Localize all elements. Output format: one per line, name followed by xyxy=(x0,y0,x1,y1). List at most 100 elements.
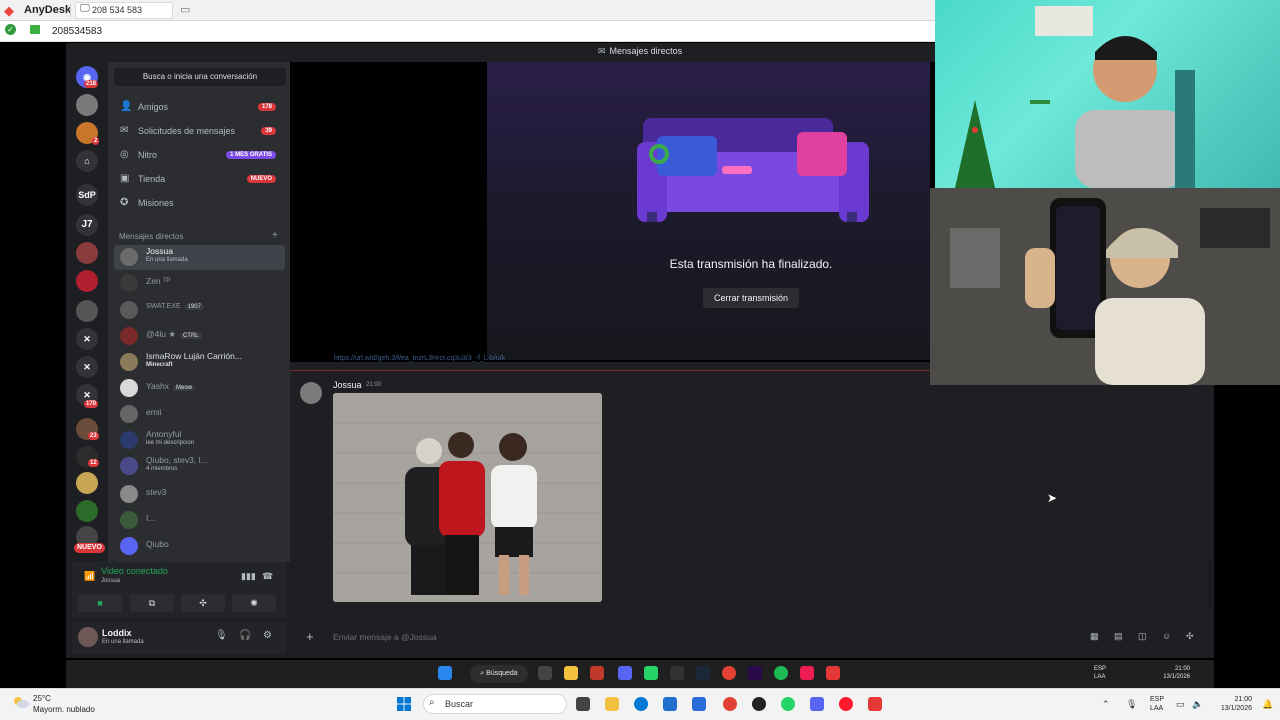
obs-icon[interactable] xyxy=(752,697,766,711)
remote-app-icon[interactable] xyxy=(670,666,684,680)
dm-item[interactable]: @4lu ★ CTRL xyxy=(114,324,285,349)
outlook-icon[interactable] xyxy=(692,697,706,711)
whatsapp-icon[interactable] xyxy=(644,666,658,680)
camera-button[interactable]: ■ xyxy=(78,594,122,612)
language-indicator[interactable]: ESP LAA xyxy=(1150,695,1164,713)
server-icon[interactable] xyxy=(76,242,98,264)
chrome-icon[interactable] xyxy=(723,697,737,711)
username[interactable]: Loddix xyxy=(102,628,132,638)
dm-item[interactable]: Antonyful lee mi descripcion xyxy=(114,428,285,453)
link-preview-text[interactable]: https://url.w/d/geh.3/f/ea_tnzrL3Hrct.cq… xyxy=(334,355,505,362)
group-avatar xyxy=(120,457,138,475)
weather-temperature[interactable]: 25°C xyxy=(33,694,51,703)
windows-start-icon[interactable] xyxy=(397,697,411,711)
dm-item[interactable]: IsmaRow Luján Carrión... Minecraft xyxy=(114,350,285,375)
gif-icon[interactable]: ▤ xyxy=(1114,631,1123,642)
dm-item-group[interactable]: Qiubo, stev3, I... 4 miembros xyxy=(114,454,285,479)
connection-signal-icon[interactable]: 📶 xyxy=(84,571,95,582)
dm-item[interactable]: SWAT.EXE 1907 xyxy=(114,298,285,323)
server-icon[interactable]: ⌂ xyxy=(76,150,98,172)
message-author[interactable]: Jossua xyxy=(333,380,362,390)
weather-description[interactable]: Mayorm. nublado xyxy=(33,705,95,714)
remote-clock[interactable]: 21:00 13/1/2026 xyxy=(1150,665,1190,681)
server-sdp[interactable]: SdP xyxy=(76,184,98,206)
user-avatar[interactable] xyxy=(78,627,98,647)
dm-item[interactable]: stev3 xyxy=(114,482,285,507)
nav-quests[interactable]: ✪ Misiones xyxy=(114,193,286,213)
add-dm-icon[interactable]: + xyxy=(272,230,278,241)
dm-item[interactable]: Zen ᵀᴾ xyxy=(114,271,285,296)
dm-item[interactable]: emii xyxy=(114,402,285,427)
noise-suppression-icon[interactable]: ▮▮▮ xyxy=(241,571,256,582)
network-icon[interactable]: ▭ xyxy=(1176,699,1186,709)
remote-search-button[interactable]: ⌕ Búsqueda xyxy=(470,665,528,683)
server-icon[interactable] xyxy=(76,270,98,292)
headphones-icon[interactable]: 🎧 xyxy=(239,630,251,641)
remote-language-indicator[interactable]: ESP LAA xyxy=(1094,665,1106,681)
steam-icon[interactable] xyxy=(696,666,710,680)
server-icon[interactable] xyxy=(76,500,98,522)
shop-new-pill: NUEVO xyxy=(246,175,276,183)
anydesk-taskbar-icon[interactable] xyxy=(868,697,882,711)
message-image-attachment[interactable] xyxy=(333,393,602,602)
soundboard-button[interactable]: ✺ xyxy=(232,594,276,612)
nav-nitro[interactable]: ◎ Nitro 1 MES GRATIS xyxy=(114,145,286,165)
remote-start-icon[interactable] xyxy=(438,666,452,680)
server-icon[interactable] xyxy=(76,94,98,116)
disconnect-icon[interactable]: ☎ xyxy=(262,571,273,582)
message-avatar[interactable] xyxy=(300,382,322,404)
local-clock[interactable]: 21:00 13/1/2026 xyxy=(1210,695,1252,713)
microphone-icon[interactable]: 🎙 xyxy=(215,630,228,641)
nav-shop[interactable]: ▣ Tienda NUEVO xyxy=(114,169,286,189)
nav-message-requests[interactable]: ✉ Solicitudes de mensajes 39 xyxy=(114,121,286,141)
dm-search-button[interactable]: Busca o inicia una conversación xyxy=(114,68,286,86)
server-icon[interactable] xyxy=(76,472,98,494)
discord-taskbar-icon[interactable] xyxy=(810,697,824,711)
remote-app-icon[interactable] xyxy=(538,666,552,680)
server-j7[interactable]: J7 xyxy=(76,214,98,236)
tiktok-icon[interactable] xyxy=(800,666,814,680)
spotify-icon[interactable] xyxy=(774,666,788,680)
whatsapp-icon[interactable] xyxy=(781,697,795,711)
local-search-label[interactable]: Buscar xyxy=(445,699,473,709)
file-explorer-icon[interactable] xyxy=(564,666,578,680)
store-icon[interactable] xyxy=(663,697,677,711)
server-icon[interactable]: ✕ xyxy=(76,356,98,378)
settings-gear-icon[interactable]: ⚙ xyxy=(263,630,272,641)
edge-icon[interactable] xyxy=(634,697,648,711)
screen-share-button[interactable]: ⧉ xyxy=(130,594,174,612)
message-input-placeholder[interactable]: Enviar mensaje a @Jossua xyxy=(333,632,437,642)
server-icon[interactable] xyxy=(76,300,98,322)
volume-icon[interactable]: 🔈 xyxy=(1192,699,1203,709)
notifications-bell-icon[interactable]: 🔔 xyxy=(1262,699,1273,709)
anydesk-address-bar xyxy=(0,21,936,42)
apps-icon[interactable]: ✣ xyxy=(1186,631,1194,642)
close-stream-button[interactable]: Cerrar transmisión xyxy=(703,288,799,308)
chat-scrollbar[interactable] xyxy=(1207,558,1211,606)
microphone-icon[interactable]: 🎙 xyxy=(1126,699,1137,709)
dm-item-jossua[interactable]: Jossua En una llamada xyxy=(114,245,285,270)
weather-cloud-icon[interactable] xyxy=(12,695,30,709)
chevron-up-icon[interactable]: ⌃ xyxy=(1102,699,1112,709)
display-toggle-icon[interactable]: ▭ xyxy=(180,3,190,16)
anydesk-taskbar-icon[interactable] xyxy=(826,666,840,680)
file-explorer-icon[interactable] xyxy=(605,697,619,711)
gift-icon[interactable]: ▦ xyxy=(1090,631,1099,642)
dm-item[interactable]: Yashx Meow xyxy=(114,376,285,401)
task-view-icon[interactable] xyxy=(576,697,590,711)
attach-plus-icon[interactable]: + xyxy=(306,629,314,644)
emoji-icon[interactable]: ☺ xyxy=(1162,631,1171,641)
server-icon[interactable]: ✕ xyxy=(76,328,98,350)
opera-icon[interactable] xyxy=(839,697,853,711)
premiere-icon[interactable] xyxy=(748,666,762,680)
sticker-icon[interactable]: ◫ xyxy=(1138,631,1147,642)
discord-taskbar-icon[interactable] xyxy=(618,666,632,680)
remote-address-id[interactable]: 208534583 xyxy=(52,26,102,37)
dm-item[interactable]: Qiubo xyxy=(114,534,285,559)
remote-app-icon[interactable] xyxy=(590,666,604,680)
voice-status[interactable]: Video conectado xyxy=(101,566,168,576)
nav-friends[interactable]: 👤 Amigos 178 xyxy=(114,97,286,117)
dm-item[interactable]: I... xyxy=(114,508,285,533)
activities-button[interactable]: ✣ xyxy=(181,594,225,612)
chrome-icon[interactable] xyxy=(722,666,736,680)
